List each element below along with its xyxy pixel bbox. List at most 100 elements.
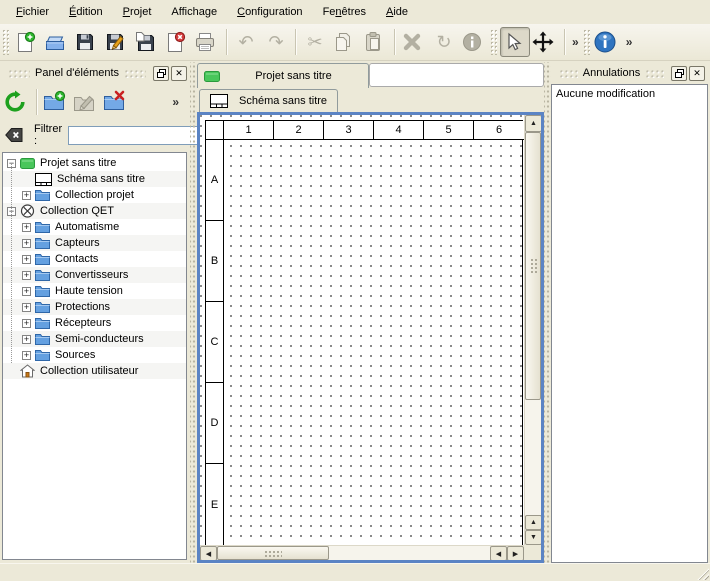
scroll-left-button-right[interactable]: ◀: [490, 546, 507, 561]
save-button[interactable]: [72, 27, 102, 57]
scroll-up-button[interactable]: ▲: [525, 115, 542, 132]
open-project-button[interactable]: [42, 27, 72, 57]
panel-overflow-chevron[interactable]: »: [169, 95, 182, 109]
scroll-left-button[interactable]: ◀: [200, 546, 217, 561]
row-label: B: [206, 221, 224, 302]
toolbar-grip[interactable]: [490, 29, 497, 55]
cut-button[interactable]: ✂: [300, 27, 330, 57]
folder-icon: [35, 333, 50, 345]
scroll-right-button[interactable]: ▶: [507, 546, 524, 561]
undo-button[interactable]: ↶: [231, 27, 261, 57]
float-panel-button[interactable]: [153, 66, 169, 81]
tree-item-convertisseurs[interactable]: +Convertisseurs: [3, 267, 186, 283]
vertical-scrollbar-thumb[interactable]: [525, 132, 541, 400]
menu-edition[interactable]: Édition: [59, 2, 113, 23]
menu-fenetres[interactable]: Fenêtres: [313, 2, 376, 23]
pan-tool-button[interactable]: [530, 27, 560, 57]
float-panel-button[interactable]: [671, 66, 687, 81]
toolbar-grip[interactable]: [2, 29, 9, 55]
expand-toggle[interactable]: +: [22, 319, 31, 328]
horizontal-scrollbar-track[interactable]: [329, 546, 490, 560]
tree-item-automatisme[interactable]: +Automatisme: [3, 219, 186, 235]
diagram-info-button[interactable]: [593, 27, 623, 57]
tree-item-collection-projet[interactable]: +Collection projet: [3, 187, 186, 203]
horizontal-scrollbar-thumb[interactable]: [217, 546, 329, 560]
copy-button[interactable]: [330, 27, 360, 57]
expand-toggle[interactable]: +: [22, 239, 31, 248]
tree-item-capteurs[interactable]: +Capteurs: [3, 235, 186, 251]
close-panel-button[interactable]: ✕: [171, 66, 187, 81]
new-document-icon: [14, 31, 36, 53]
menu-configuration[interactable]: Configuration: [227, 2, 312, 23]
toolbar-separator: [295, 29, 296, 55]
toolbar-overflow-chevron[interactable]: »: [623, 35, 636, 49]
schema-border-frame: 1 2 3 4 5 6 A B C D E: [205, 120, 523, 546]
save-all-icon: [134, 31, 156, 53]
elements-panel-titlebar: Panel d'éléments ✕: [0, 62, 190, 82]
tree-item-haute-tension[interactable]: +Haute tension: [3, 283, 186, 299]
tree-item-recepteurs[interactable]: +Récepteurs: [3, 315, 186, 331]
edit-category-button[interactable]: [71, 87, 101, 117]
project-icon: [20, 157, 35, 170]
toolbar-overflow-chevron[interactable]: »: [569, 35, 582, 49]
close-panel-button[interactable]: ✕: [689, 66, 705, 81]
tree-item-protections[interactable]: +Protections: [3, 299, 186, 315]
undo-list-item[interactable]: Aucune modification: [556, 87, 703, 103]
expand-toggle[interactable]: +: [22, 303, 31, 312]
expand-toggle[interactable]: +: [22, 287, 31, 296]
redo-button[interactable]: ↷: [261, 27, 291, 57]
titlebar-texture: [559, 69, 578, 78]
delete-category-button[interactable]: [101, 87, 131, 117]
new-category-button[interactable]: [41, 87, 71, 117]
select-tool-button[interactable]: [500, 27, 530, 57]
tree-item-schema[interactable]: Schéma sans titre: [3, 171, 186, 187]
tree-guide: [11, 163, 12, 363]
tree-item-collection-qet[interactable]: −Collection QET: [3, 203, 186, 219]
expand-toggle[interactable]: +: [22, 351, 31, 360]
filter-row: Filtrer :: [0, 122, 190, 148]
move-cross-icon: [532, 31, 554, 53]
expand-toggle[interactable]: +: [22, 271, 31, 280]
tab-schema-sans-titre[interactable]: Schéma sans titre: [199, 89, 338, 112]
save-all-button[interactable]: [132, 27, 162, 57]
information-button[interactable]: [459, 27, 489, 57]
new-document-button[interactable]: [12, 27, 42, 57]
reload-collections-button[interactable]: [2, 87, 32, 117]
right-splitter[interactable]: [544, 62, 551, 563]
expand-toggle[interactable]: +: [22, 191, 31, 200]
vertical-scrollbar[interactable]: ▲ ▲ ▼: [524, 115, 541, 545]
menu-fichier[interactable]: Fichier: [6, 2, 59, 23]
menu-aide[interactable]: Aide: [376, 2, 418, 23]
tab-projet-sans-titre[interactable]: Projet sans titre: [197, 63, 369, 88]
scroll-up-button-bottom[interactable]: ▲: [525, 515, 542, 530]
menu-projet[interactable]: Projet: [113, 2, 162, 23]
clear-filter-button[interactable]: [5, 128, 23, 142]
menu-affichage[interactable]: Affichage: [161, 2, 227, 23]
rotate-button[interactable]: ↻: [429, 27, 459, 57]
paste-button[interactable]: [360, 27, 390, 57]
horizontal-scrollbar[interactable]: ◀ ◀ ▶: [200, 545, 524, 560]
print-button[interactable]: [192, 27, 222, 57]
menu-bar: Fichier Édition Projet Affichage Configu…: [0, 0, 710, 24]
toolbar-grip[interactable]: [583, 29, 590, 55]
schema-tabbar: Schéma sans titre: [197, 88, 544, 112]
tree-item-contacts[interactable]: +Contacts: [3, 251, 186, 267]
vertical-scrollbar-track[interactable]: [525, 400, 541, 515]
expand-toggle[interactable]: +: [22, 223, 31, 232]
scroll-down-button[interactable]: ▼: [525, 530, 542, 545]
resize-grip[interactable]: [696, 567, 709, 580]
save-as-button[interactable]: [102, 27, 132, 57]
left-splitter[interactable]: [190, 62, 197, 563]
expand-toggle[interactable]: +: [22, 255, 31, 264]
delete-icon: [401, 31, 423, 53]
tree-item-collection-utilisateur[interactable]: Collection utilisateur: [3, 363, 186, 379]
schema-tab-label: Schéma sans titre: [239, 95, 327, 107]
close-document-button[interactable]: [162, 27, 192, 57]
expand-toggle[interactable]: +: [22, 335, 31, 344]
tree-item-project[interactable]: −Projet sans titre: [3, 155, 186, 171]
tree-item-semi-conducteurs[interactable]: +Semi-conducteurs: [3, 331, 186, 347]
column-label: 3: [324, 121, 374, 140]
tree-item-sources[interactable]: +Sources: [3, 347, 186, 363]
row-label: D: [206, 383, 224, 464]
delete-button[interactable]: [399, 27, 429, 57]
